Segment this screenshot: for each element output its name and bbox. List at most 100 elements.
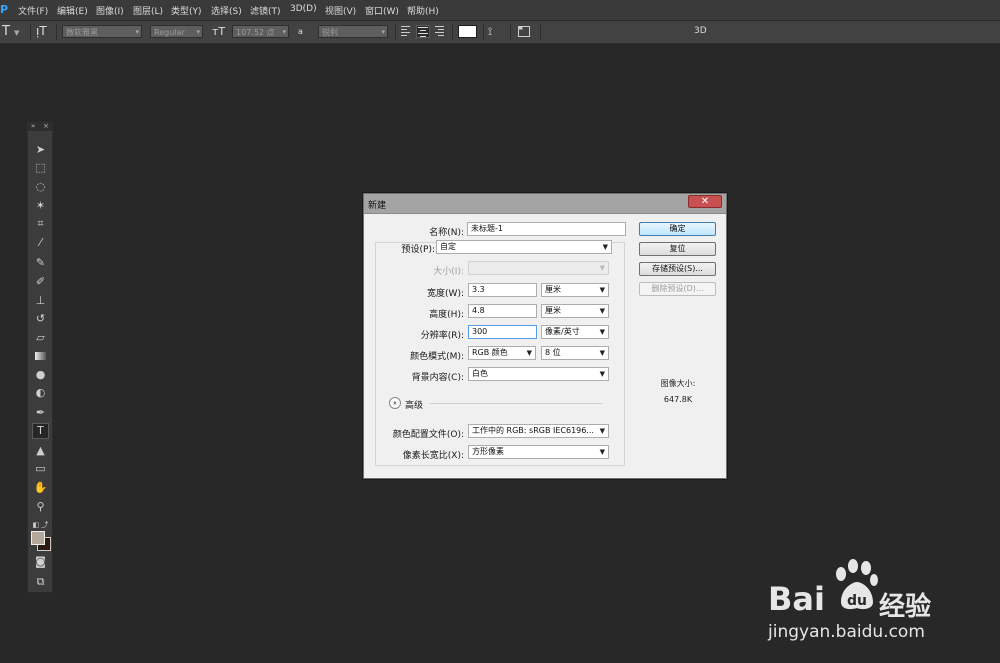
pixel-aspect-select[interactable]: 方形像素 ▼: [468, 445, 609, 459]
preset-label: 预设(P):: [401, 245, 435, 255]
bit-depth-select[interactable]: 8 位 ▼: [541, 346, 609, 360]
chevron-down-icon: ▾: [196, 28, 200, 36]
chevron-down-icon: ▼: [599, 448, 605, 456]
align-right-button[interactable]: [434, 25, 446, 38]
align-left-button[interactable]: [401, 25, 413, 38]
warp-text-icon[interactable]: ⟟: [488, 25, 502, 38]
image-size-label: 图像大小:: [660, 379, 696, 388]
align-center-button[interactable]: [416, 25, 430, 38]
font-family-value: 微软雅黑: [66, 28, 98, 37]
menu-file[interactable]: 文件(F): [18, 4, 48, 17]
screen-mode-icon[interactable]: ⧉: [32, 574, 49, 590]
character-panel-button[interactable]: [518, 25, 532, 38]
divider: [395, 24, 396, 40]
menu-type[interactable]: 类型(Y): [171, 4, 202, 17]
menu-layer[interactable]: 图层(L): [133, 4, 163, 17]
healing-brush-tool-icon[interactable]: ✎: [32, 255, 49, 271]
menu-window[interactable]: 窗口(W): [365, 4, 399, 17]
eyedropper-tool-icon[interactable]: ⁄: [32, 235, 49, 251]
rectangle-tool-icon[interactable]: ▭: [32, 461, 49, 477]
menu-3d[interactable]: 3D(D): [290, 4, 317, 14]
foreground-color-swatch[interactable]: [31, 531, 45, 545]
size-label: 大小(I):: [433, 267, 464, 277]
marquee-tool-icon[interactable]: ⬚: [32, 160, 49, 176]
antialias-value: 锐利: [322, 28, 338, 37]
width-field[interactable]: 3.3: [468, 283, 537, 297]
antialias-select[interactable]: 锐利 ▾: [318, 25, 388, 38]
close-icon[interactable]: ×: [43, 122, 49, 131]
pixel-aspect-value: 方形像素: [472, 447, 504, 456]
watermark-brand-left: Bai: [768, 580, 825, 618]
text-color-swatch[interactable]: [458, 25, 477, 38]
dodge-tool-icon[interactable]: ◐: [32, 385, 49, 401]
name-field[interactable]: 未标题-1: [467, 222, 626, 236]
menu-image[interactable]: 图像(I): [96, 4, 124, 17]
divider: [540, 24, 541, 40]
font-size-select[interactable]: 107.52 点 ▾: [232, 25, 289, 38]
menu-view[interactable]: 视图(V): [325, 4, 356, 17]
advanced-label[interactable]: 高级: [405, 398, 423, 411]
resolution-field[interactable]: 300: [468, 325, 537, 339]
chevron-down-icon: ▼: [599, 307, 605, 315]
crop-tool-icon[interactable]: ⌗: [32, 216, 49, 232]
text-orientation-icon[interactable]: ᴉT: [36, 25, 50, 38]
divider: [510, 24, 511, 40]
tool-preset-picker[interactable]: T ▼: [2, 25, 28, 38]
history-brush-tool-icon[interactable]: ↺: [32, 311, 49, 327]
clone-stamp-tool-icon[interactable]: ⊥: [32, 293, 49, 309]
type-tool-icon[interactable]: T: [32, 423, 49, 439]
menu-help[interactable]: 帮助(H): [407, 4, 439, 17]
height-label: 高度(H):: [429, 310, 464, 320]
height-unit-value: 厘米: [545, 306, 561, 315]
divider: [30, 24, 31, 40]
menu-select[interactable]: 选择(S): [211, 4, 242, 17]
tools-panel-header[interactable]: » ×: [28, 122, 52, 131]
reset-button[interactable]: 复位: [639, 242, 716, 256]
menu-edit[interactable]: 编辑(E): [57, 4, 88, 17]
menu-filter[interactable]: 滤镜(T): [250, 4, 281, 17]
chevron-down-icon: ▼: [599, 264, 605, 272]
width-unit-select[interactable]: 厘米 ▼: [541, 283, 609, 297]
width-unit-value: 厘米: [545, 285, 561, 294]
advanced-toggle-icon[interactable]: »: [389, 397, 401, 409]
align-right-icon: [435, 26, 444, 36]
color-profile-select[interactable]: 工作中的 RGB: sRGB IEC6196... ▼: [468, 424, 609, 438]
gradient-tool-icon[interactable]: [32, 348, 49, 364]
app-logo: Ps: [0, 3, 8, 16]
path-selection-tool-icon[interactable]: ▲: [32, 443, 49, 459]
chevron-down-icon: ▼: [599, 286, 605, 294]
preset-select[interactable]: 自定 ▼: [436, 240, 612, 254]
image-size-value: 647.8K: [663, 395, 693, 404]
height-field[interactable]: 4.8: [468, 304, 537, 318]
background-contents-select[interactable]: 白色 ▼: [468, 367, 609, 381]
pen-tool-icon[interactable]: ✒: [32, 405, 49, 421]
lasso-tool-icon[interactable]: ◌: [32, 179, 49, 195]
eraser-tool-icon[interactable]: ▱: [32, 330, 49, 346]
brush-tool-icon[interactable]: ✐: [32, 274, 49, 290]
font-family-select[interactable]: 微软雅黑 ▾: [62, 25, 142, 38]
chevron-down-icon: ▾: [135, 28, 139, 36]
zoom-tool-icon[interactable]: ⚲: [32, 499, 49, 515]
watermark-brand-right: 经验: [879, 592, 932, 622]
move-tool-icon[interactable]: ➤: [32, 142, 49, 158]
3d-button[interactable]: 3D: [694, 25, 710, 38]
quick-mask-icon[interactable]: ◙: [32, 554, 49, 570]
antialias-icon: a: [298, 25, 312, 38]
close-icon: ✕: [700, 196, 710, 207]
blur-tool-icon[interactable]: ●: [32, 367, 49, 383]
menu-bar: Ps 文件(F) 编辑(E) 图像(I) 图层(L) 类型(Y) 选择(S) 滤…: [0, 0, 1000, 21]
resolution-unit-select[interactable]: 像素/英寸 ▼: [541, 325, 609, 339]
hand-tool-icon[interactable]: ✋: [32, 480, 49, 496]
close-button[interactable]: ✕: [688, 195, 722, 208]
advanced-divider: [430, 403, 602, 404]
color-mode-select[interactable]: RGB 颜色 ▼: [468, 346, 536, 360]
magic-wand-tool-icon[interactable]: ✶: [32, 198, 49, 214]
height-unit-select[interactable]: 厘米 ▼: [541, 304, 609, 318]
font-style-select[interactable]: Regular ▾: [150, 25, 203, 38]
save-preset-button[interactable]: 存储预设(S)...: [639, 262, 716, 276]
divider: [56, 24, 57, 40]
background-contents-label: 背景内容(C):: [411, 373, 464, 383]
dialog-titlebar[interactable]: 新建 ✕: [364, 194, 726, 214]
collapse-icon[interactable]: »: [31, 122, 35, 131]
ok-button[interactable]: 确定: [639, 222, 716, 236]
